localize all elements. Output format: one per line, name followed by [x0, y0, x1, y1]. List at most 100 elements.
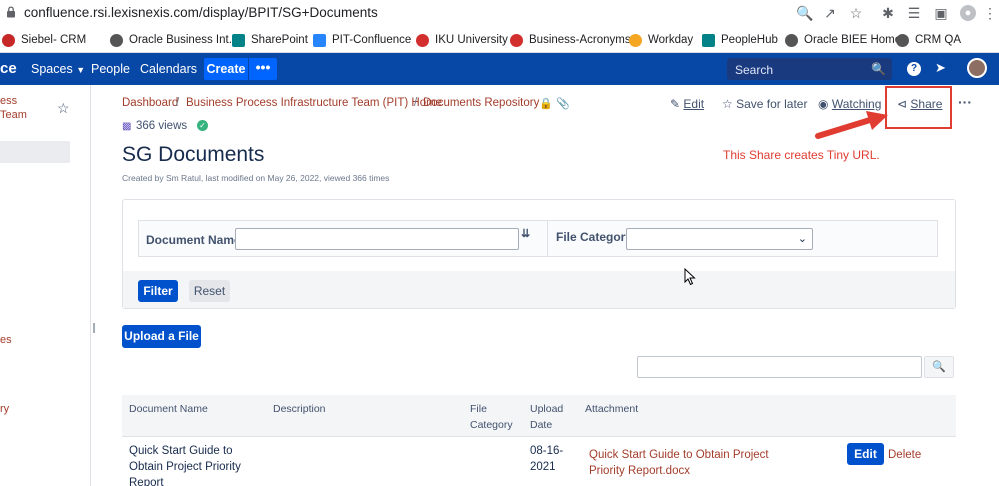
edit-label: Edit — [683, 97, 705, 111]
confluence-icon — [313, 33, 326, 47]
more-button[interactable]: ••• — [249, 58, 277, 80]
globe-icon — [896, 33, 909, 47]
cell-attachment-link[interactable]: Quick Start Guide to Obtain Project Prio… — [589, 447, 799, 479]
sidebar-item[interactable]: es — [0, 334, 12, 346]
page-views[interactable]: 366 views — [136, 120, 187, 132]
star-icon[interactable]: ☆ — [848, 5, 864, 21]
bookmark-label: PeopleHub — [721, 34, 778, 46]
sidebar-item[interactable]: ry — [0, 403, 9, 415]
chevron-down-icon: ▼ — [76, 65, 86, 75]
extensions-icon[interactable]: ✱ — [880, 5, 896, 21]
document-name-label: Document Name: — [146, 233, 245, 247]
globe-icon — [110, 33, 123, 47]
bookmark-label: Workday — [648, 34, 694, 46]
bookmark-iku-university[interactable]: IKU University — [416, 32, 508, 48]
bookmark-oracle-business-int[interactable]: Oracle Business Int... — [110, 32, 238, 48]
document-name-input[interactable] — [235, 228, 519, 250]
page-byline: Created by Sm Ratul, last modified on Ma… — [122, 173, 390, 183]
sharepoint-icon — [702, 33, 715, 47]
bookmark-peoplehub[interactable]: PeopleHub — [702, 32, 778, 48]
notifications-icon[interactable]: ➤ — [935, 60, 946, 76]
space-sidebar: ess Team ☆ es ry — [0, 85, 95, 486]
bookmark-sharepoint[interactable]: SharePoint — [232, 32, 308, 48]
annotation-highlight-box — [885, 86, 952, 129]
search-placeholder: Search — [735, 63, 774, 77]
apple-icon — [510, 33, 523, 47]
file-category-select[interactable]: ⌄ — [626, 228, 813, 250]
apple-icon — [416, 33, 429, 47]
page-more-icon[interactable]: ··· — [958, 94, 972, 110]
sidebar-resize-handle[interactable] — [93, 323, 95, 333]
profile-icon[interactable]: ● — [960, 5, 976, 21]
sidebar-selected-item[interactable] — [0, 141, 70, 163]
breadcrumb-separator: / — [176, 97, 180, 109]
lock-icon[interactable] — [6, 6, 16, 18]
file-category-label: File Category: — [556, 230, 637, 244]
bookmark-label: Business-Acronyms — [529, 34, 631, 46]
attachment-icon[interactable]: 📎 — [556, 97, 570, 110]
help-icon[interactable]: ? — [907, 62, 921, 76]
zoom-icon[interactable]: 🔍 — [796, 5, 813, 21]
bookmark-label: Oracle BIEE Home — [804, 34, 902, 46]
check-icon: ✓ — [197, 120, 208, 131]
bookmark-label: PIT-Confluence — [332, 34, 412, 46]
row-edit-button[interactable]: Edit — [847, 443, 884, 465]
bookmark-business-acronyms[interactable]: Business-Acronyms — [510, 32, 631, 48]
cell-document-name: Quick Start Guide to Obtain Project Prio… — [129, 445, 241, 486]
space-name[interactable]: ess — [0, 95, 17, 107]
space-name-line2[interactable]: Team — [0, 109, 27, 121]
browser-menu-icon[interactable]: ⋮ — [982, 5, 998, 21]
create-button[interactable]: Create — [204, 58, 248, 80]
breadcrumb-separator: / — [414, 97, 418, 109]
sidepanel-icon[interactable]: ▣ — [933, 5, 949, 21]
bookmark-label: SharePoint — [251, 34, 308, 46]
search-input[interactable]: Search 🔍 — [727, 58, 892, 80]
url-text[interactable]: confluence.rsi.lexisnexis.com/display/BP… — [24, 5, 378, 20]
row-delete-link[interactable]: Delete — [888, 447, 921, 463]
nav-calendars[interactable]: Calendars — [140, 62, 197, 76]
bookmark-label: Siebel- CRM — [21, 34, 87, 46]
filter-actions-bar — [123, 271, 955, 308]
expand-double-chevron-icon[interactable]: ⇊ — [521, 227, 530, 240]
pencil-icon: ✎ — [670, 97, 681, 111]
annotation-arrow-icon — [815, 111, 888, 139]
column-header-document-name[interactable]: Document Name — [129, 401, 208, 417]
restrictions-lock-icon[interactable]: 🔒 — [539, 97, 553, 110]
star-icon[interactable]: ☆ — [57, 100, 70, 117]
breadcrumb-dashboard[interactable]: Dashboard — [122, 97, 178, 109]
chevron-down-icon: ⌄ — [797, 233, 807, 245]
bookmark-pit-confluence[interactable]: PIT-Confluence — [313, 32, 411, 48]
star-icon: ☆ — [722, 97, 733, 111]
save-for-later-button[interactable]: ☆ Save for later — [722, 97, 807, 111]
nav-spaces[interactable]: Spaces ▼ — [31, 62, 85, 76]
bookmark-siebel-crm[interactable]: Siebel- CRM — [2, 32, 86, 48]
nav-spaces-label: Spaces — [31, 62, 73, 76]
bookmark-oracle-biee-home[interactable]: Oracle BIEE Home — [785, 32, 901, 48]
breadcrumb-documents-repository[interactable]: Documents Repository — [423, 97, 539, 109]
table-search-button[interactable]: 🔍 — [924, 356, 954, 378]
upload-file-button[interactable]: Upload a File — [122, 325, 201, 348]
share-page-icon[interactable]: ↗ — [822, 5, 838, 21]
column-header-description[interactable]: Description — [273, 401, 326, 417]
edit-page-button[interactable]: ✎ Edit — [670, 97, 704, 111]
column-header-upload-date[interactable]: Upload Date — [530, 401, 566, 433]
column-header-attachment[interactable]: Attachment — [585, 401, 638, 417]
breadcrumb-team-home[interactable]: Business Process Infrastructure Team (PI… — [186, 97, 442, 109]
confluence-logo[interactable]: ce — [0, 60, 17, 77]
table-search-input[interactable] — [637, 356, 922, 378]
search-icon: 🔍 — [871, 62, 886, 76]
bookmark-workday[interactable]: Workday — [629, 32, 693, 48]
globe-icon — [785, 33, 798, 47]
bookmark-favicon — [2, 33, 15, 47]
bookmark-crm-qa[interactable]: CRM QA — [896, 32, 961, 48]
reset-button[interactable]: Reset — [189, 280, 230, 302]
sharepoint-icon — [232, 33, 245, 47]
filter-button[interactable]: Filter — [138, 280, 178, 302]
avatar[interactable] — [967, 58, 987, 78]
column-header-file-category[interactable]: File Category — [470, 401, 513, 433]
bookmark-label: Oracle Business Int... — [129, 34, 239, 46]
media-icon[interactable]: ☰ — [906, 5, 922, 21]
nav-people[interactable]: People — [91, 62, 130, 76]
workday-icon — [629, 33, 642, 47]
cell-upload-date: 08-16-2021 — [530, 445, 564, 473]
